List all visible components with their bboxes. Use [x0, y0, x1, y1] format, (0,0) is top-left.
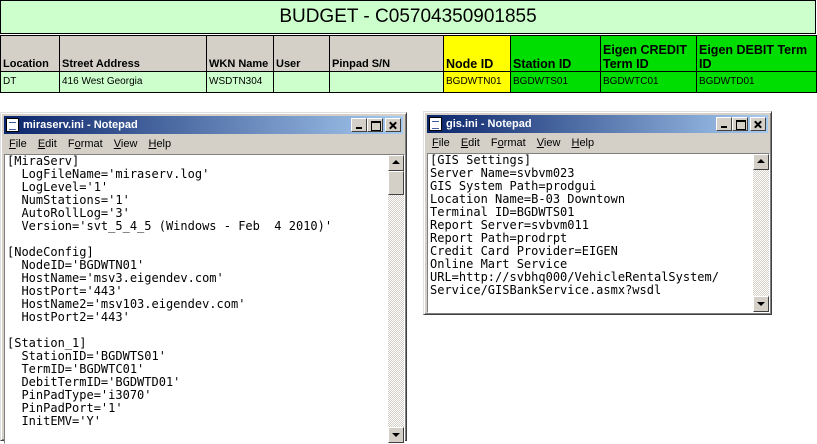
vertical-scrollbar[interactable]	[753, 154, 769, 312]
text-editor[interactable]: [GIS Settings] Server Name=svbvm023 GIS …	[427, 153, 770, 313]
header-location: Location	[0, 35, 60, 72]
header-street-address: Street Address	[59, 35, 207, 72]
menu-edit[interactable]: Edit	[33, 135, 60, 153]
minimize-icon[interactable]	[351, 118, 367, 132]
menu-file[interactable]: File	[427, 134, 453, 152]
menu-format[interactable]: Format	[486, 134, 529, 152]
header-eigen-debit-term-id: Eigen DEBIT Term ID	[696, 35, 817, 72]
header-eigen-credit-term-id: Eigen CREDIT Term ID	[600, 35, 697, 72]
budget-title: BUDGET - C05704350901855	[0, 0, 816, 34]
cell-street-address[interactable]: 416 West Georgia	[59, 71, 207, 93]
title-bar[interactable]: gis.ini - Notepad	[427, 115, 768, 133]
menu-bar: File Edit Format View Help	[4, 135, 403, 153]
notepad-window-miraserv: miraserv.ini - Notepad File Edit Format …	[0, 112, 407, 444]
cell-location[interactable]: DT	[0, 71, 60, 93]
cell-pinpad-sn[interactable]	[329, 71, 444, 93]
header-station-id: Station ID	[510, 35, 601, 72]
close-icon[interactable]	[385, 118, 401, 132]
text-editor[interactable]: [MiraServ] LogFileName='miraserv.log' Lo…	[4, 154, 405, 444]
notepad-icon[interactable]	[429, 117, 442, 131]
menu-view[interactable]: View	[532, 134, 564, 152]
scroll-thumb[interactable]	[388, 171, 404, 195]
text-content[interactable]: [MiraServ] LogFileName='miraserv.log' Lo…	[7, 155, 386, 443]
cell-credit-term-id[interactable]: BGDWTC01	[600, 71, 697, 93]
maximize-icon[interactable]	[732, 117, 748, 131]
scroll-down-icon[interactable]	[753, 296, 769, 312]
table-row: DT 416 West Georgia WSDTN304 BGDWTN01 BG…	[0, 71, 817, 93]
notepad-icon[interactable]	[6, 118, 19, 132]
menu-bar: File Edit Format View Help	[427, 134, 768, 152]
cell-node-id[interactable]: BGDWTN01	[443, 71, 511, 93]
text-content[interactable]: [GIS Settings] Server Name=svbvm023 GIS …	[430, 154, 751, 312]
header-node-id: Node ID	[443, 35, 511, 72]
cell-user[interactable]	[273, 71, 330, 93]
scroll-up-icon[interactable]	[753, 154, 769, 170]
notepad-window-gis: gis.ini - Notepad File Edit Format View …	[423, 111, 772, 315]
header-pinpad-sn: Pinpad S/N	[329, 35, 444, 72]
header-user: User	[273, 35, 330, 72]
close-icon[interactable]	[750, 117, 766, 131]
budget-table: Location Street Address WKN Name User Pi…	[0, 35, 817, 93]
menu-help[interactable]: Help	[566, 134, 597, 152]
menu-edit[interactable]: Edit	[456, 134, 483, 152]
header-wkn-name: WKN Name	[206, 35, 274, 72]
minimize-icon[interactable]	[716, 117, 732, 131]
window-title: miraserv.ini - Notepad	[23, 119, 138, 131]
vertical-scrollbar[interactable]	[388, 155, 404, 443]
menu-format[interactable]: Format	[63, 135, 106, 153]
menu-help[interactable]: Help	[143, 135, 174, 153]
title-bar[interactable]: miraserv.ini - Notepad	[4, 116, 403, 134]
cell-wkn-name[interactable]: WSDTN304	[206, 71, 274, 93]
scroll-up-icon[interactable]	[388, 155, 404, 171]
table-header-row: Location Street Address WKN Name User Pi…	[0, 35, 817, 72]
window-title: gis.ini - Notepad	[446, 118, 532, 130]
cell-debit-term-id[interactable]: BGDWTD01	[696, 71, 817, 93]
menu-view[interactable]: View	[109, 135, 141, 153]
menu-file[interactable]: File	[4, 135, 30, 153]
cell-station-id[interactable]: BGDWTS01	[510, 71, 601, 93]
maximize-icon[interactable]	[367, 118, 383, 132]
